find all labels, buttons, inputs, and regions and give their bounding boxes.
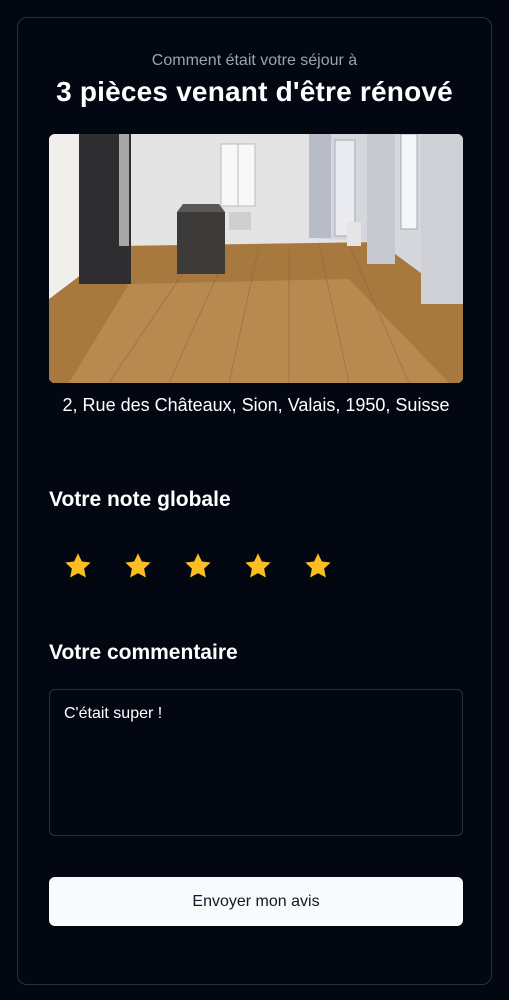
star-icon-3[interactable] (182, 550, 214, 582)
comment-label: Votre commentaire (49, 641, 238, 664)
star-icon-5[interactable] (302, 550, 334, 582)
star-icon-2[interactable] (122, 550, 154, 582)
submit-review-button[interactable]: Envoyer mon avis (49, 877, 463, 926)
stay-question: Comment était votre séjour à (151, 52, 358, 69)
star-icon-4[interactable] (242, 550, 274, 582)
listing-address: 2, Rue des Châteaux, Sion, Valais, 1950,… (62, 395, 450, 415)
star-icon-1[interactable] (62, 550, 94, 582)
comment-textarea[interactable]: C'était super ! (49, 689, 463, 836)
apartment-photo-image (49, 134, 463, 383)
rating-label: Votre note globale (49, 488, 231, 511)
listing-title: 3 pièces venant d'être rénové (56, 76, 453, 107)
listing-photo (49, 134, 463, 383)
review-card: Comment était votre séjour à 3 pièces ve… (17, 17, 492, 985)
star-rating[interactable] (62, 550, 334, 582)
